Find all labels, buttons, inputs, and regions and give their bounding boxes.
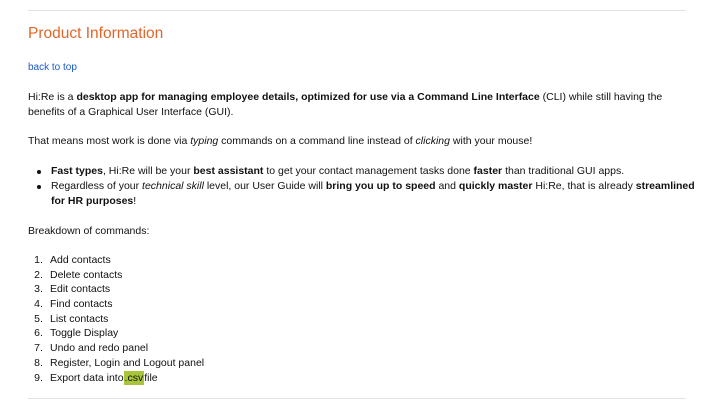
list-marker-dot: .	[40, 342, 43, 355]
command-item: 2. Delete contacts	[28, 268, 204, 283]
command-item: 8. Register, Login and Logout panel	[28, 356, 204, 371]
command-number: 3	[34, 283, 40, 296]
list-marker-dot: .	[40, 268, 43, 281]
command-number: 1	[34, 254, 40, 266]
command-number: 6	[34, 327, 40, 340]
command-number: 8	[34, 356, 40, 369]
command-number: 4	[34, 298, 40, 311]
bullet2-bold1: bring you up to speed	[325, 179, 436, 192]
command-label: Delete contacts	[50, 268, 123, 281]
bullet1-bold2: best assistant	[193, 165, 264, 177]
list-marker-dot: .	[40, 312, 43, 325]
bullet2-italic: technical skill	[142, 179, 204, 192]
bullet1-text-c: than traditional GUI apps.	[502, 165, 625, 177]
command-number: 2	[34, 268, 40, 281]
command-label: Toggle Display	[50, 327, 119, 340]
back-to-top-link[interactable]: back to top	[28, 61, 77, 75]
command-item: 9. Export data into .csv file	[28, 370, 204, 386]
means-text-c: with your mouse!	[449, 135, 533, 147]
bullet1-text-b: to get your contact management tasks don…	[263, 165, 474, 177]
means-italic-clicking: clicking	[415, 135, 450, 147]
means-text-a: That means most work is done via	[28, 135, 191, 147]
bullet2-text-b: level, our User Guide will	[203, 179, 326, 192]
product-info-section: Product Information back to top Hi:Re is…	[28, 0, 695, 407]
bullet-fast-types: Fast types, Hi:Re will be your best assi…	[37, 164, 709, 179]
bullet2-text-e: !	[133, 194, 137, 207]
command-item: 1. Add contacts	[28, 253, 204, 268]
intro-paragraph: Hi:Re is a desktop app for managing empl…	[28, 90, 686, 120]
command-item: 4. Find contacts	[28, 297, 204, 312]
section-title: Product Information	[28, 25, 164, 42]
means-italic-typing: typing	[190, 135, 219, 147]
list-marker-dot: .	[40, 371, 43, 384]
csv-code-highlight: .csv	[123, 370, 145, 386]
intro-text-1: Hi:Re is a	[28, 91, 77, 103]
list-marker-dot: .	[40, 283, 43, 296]
command-item: 6. Toggle Display	[28, 326, 204, 341]
list-marker-dot: .	[40, 298, 43, 311]
means-paragraph: That means most work is done via typing …	[28, 134, 686, 149]
command-label: List contacts	[50, 312, 109, 325]
means-text-b: commands on a command line instead of	[218, 135, 416, 147]
feature-bullet-list: Fast types, Hi:Re will be your best assi…	[28, 164, 709, 209]
bottom-divider	[28, 398, 686, 399]
command-number: 7	[34, 342, 40, 355]
intro-bold-text: desktop app for managing employee detail…	[76, 91, 540, 103]
command-item: 7. Undo and redo panel	[28, 341, 204, 356]
command-label: Find contacts	[50, 298, 113, 311]
command-label: Undo and redo panel	[50, 342, 149, 355]
commands-list: 1. Add contacts 2. Delete contacts 3. Edit …	[28, 253, 204, 386]
breakdown-label: Breakdown of commands:	[28, 225, 150, 237]
command-label: Edit contacts	[50, 283, 111, 296]
bullet2-bold2: quickly master	[458, 179, 533, 192]
command-label: Export data into	[50, 371, 124, 384]
bullet2-text-a: Regardless of your	[51, 179, 143, 192]
command-number: 5	[34, 312, 40, 325]
list-marker-dot: .	[40, 327, 43, 340]
top-divider	[28, 10, 686, 11]
bullet1-bold1: Fast types	[51, 165, 103, 177]
bullet2-text-d: Hi:Re, that is already	[532, 179, 636, 192]
command-item: 5. List contacts	[28, 312, 204, 327]
bullet1-text-a: , Hi:Re will be your	[102, 165, 194, 177]
bullet2-text-c: and	[435, 179, 459, 192]
command-item: 3. Edit contacts	[28, 282, 204, 297]
bullet1-bold3: faster	[473, 165, 503, 177]
command-number: 9	[34, 371, 40, 384]
command-label-suffix: file	[144, 371, 158, 384]
command-label: Add contacts	[50, 254, 111, 266]
bullet-user-guide: Regardless of your technical skill level…	[37, 179, 709, 209]
list-marker-dot: .	[40, 356, 43, 369]
command-label: Register, Login and Logout panel	[50, 356, 205, 369]
list-marker-dot: .	[40, 254, 43, 266]
